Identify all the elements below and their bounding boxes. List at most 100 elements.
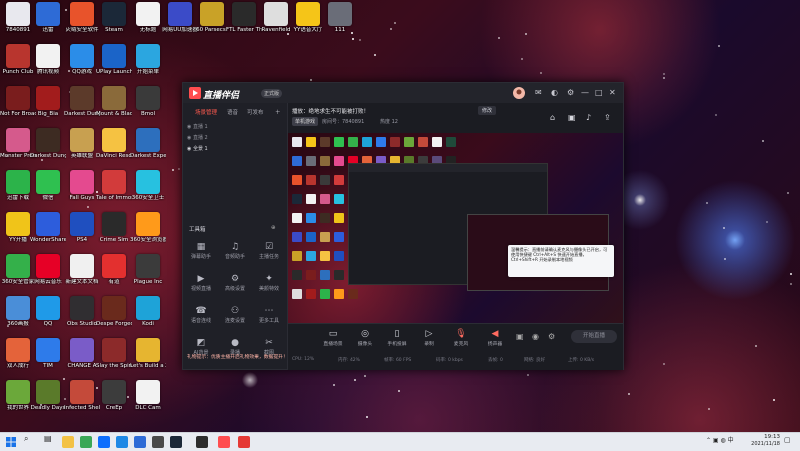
file-explorer-icon[interactable] xyxy=(62,436,74,448)
eye-icon[interactable]: ◉ xyxy=(532,332,539,341)
browser-icon[interactable] xyxy=(80,436,92,448)
window-titlebar[interactable]: 直播伴侣 正式版 ✉ ◐ ⚙ — □ ✕ xyxy=(183,83,623,103)
desktop-icon[interactable]: TIM xyxy=(30,338,66,380)
settings-icon[interactable]: ⚙ xyxy=(548,332,555,341)
live-companion-window[interactable]: 直播伴侣 正式版 ✉ ◐ ⚙ — □ ✕ 场景管理 语音 可发布 ＋ ◉ 直播 … xyxy=(182,82,624,370)
scene-item[interactable]: ◉ 直播 2 xyxy=(187,134,283,143)
desktop-icon[interactable]: Tale of Immortal xyxy=(96,170,132,212)
stream-preview[interactable]: 温馨提示：直播前请确认麦克风与摄像头已开启，可使用快捷键 Ctrl+Alt+S … xyxy=(288,133,623,323)
desktop-icon[interactable]: WonderShare xyxy=(30,212,66,254)
desktop-icon[interactable]: Darkest Expedition xyxy=(130,128,166,170)
desktop-icon[interactable]: Despe Forged xyxy=(96,296,132,338)
desktop-icon[interactable]: Mount & Blade xyxy=(96,86,132,128)
tab-publish[interactable]: 可发布 xyxy=(247,108,264,116)
desktop-icon[interactable]: 新建文本文档 xyxy=(64,254,100,296)
windows-start-icon[interactable] xyxy=(6,437,16,447)
desktop-icon[interactable]: 网易UU加速器 xyxy=(162,2,198,44)
desktop-icon[interactable]: Crime Sim xyxy=(96,212,132,254)
tool-video[interactable]: ▶ 视频直播 xyxy=(185,273,217,299)
eye-icon[interactable]: ◉ xyxy=(187,146,191,152)
desktop-icon[interactable]: DaVinci Resolve xyxy=(96,128,132,170)
desktop-icon[interactable]: Kodi xyxy=(130,296,166,338)
desktop-icon[interactable]: 迅雷 xyxy=(30,2,66,44)
desktop-icon[interactable]: Bmol xyxy=(130,86,166,128)
desktop-icon[interactable]: 腾讯视频 xyxy=(30,44,66,86)
avatar[interactable] xyxy=(513,87,525,103)
share-icon[interactable]: ⇪ xyxy=(604,113,611,122)
lock-icon[interactable]: ▣ xyxy=(568,113,576,122)
maximize-icon[interactable]: □ xyxy=(595,87,603,99)
steam-taskbar-icon[interactable] xyxy=(170,436,182,448)
bell-icon[interactable]: ♪ xyxy=(586,113,591,122)
desktop-icon[interactable]: Let's Build a Zoo xyxy=(130,338,166,380)
eye-icon[interactable]: ◉ xyxy=(187,124,191,130)
tool-mic-link[interactable]: ⚇ 连麦设置 xyxy=(219,305,251,331)
desktop-icon[interactable]: FTL Faster Than Light xyxy=(226,2,262,44)
notification-icon[interactable]: ▢ xyxy=(784,436,791,444)
tray-icons[interactable]: ⌃ ▣ ◍ 中 xyxy=(706,435,734,444)
desktop-icon[interactable]: Plague Inc xyxy=(130,254,166,296)
eye-icon[interactable]: ◉ xyxy=(187,135,191,141)
desktop-icon[interactable]: Darkest Dungeon xyxy=(64,86,100,128)
minimize-icon[interactable]: — xyxy=(581,87,589,99)
task-view-icon[interactable]: ▤ xyxy=(44,434,52,443)
desktop-icon[interactable]: 英雄联盟 xyxy=(64,128,100,170)
mic-button[interactable]: 🎙︎ 麦克风 xyxy=(446,328,476,347)
xunlei-taskbar-icon[interactable] xyxy=(134,436,146,448)
desktop-icon[interactable]: UPlay Launcher xyxy=(96,44,132,86)
desktop-icon[interactable]: Fall Guys xyxy=(64,170,100,212)
speaker-button[interactable]: ◀ 扬声器 xyxy=(480,328,510,347)
tool-advanced[interactable]: ⚙ 高级设置 xyxy=(219,273,251,299)
scene-item[interactable]: ◉ 直播 1 xyxy=(187,123,283,132)
phone-cast-button[interactable]: ▯ 手机投屏 xyxy=(382,328,412,347)
clock-date[interactable]: 2021/11/18 xyxy=(744,441,780,447)
record-button[interactable]: ▷ 录制 xyxy=(414,328,444,347)
desktop-icon[interactable]: Obs Studio xyxy=(64,296,100,338)
tool-beauty[interactable]: ✦ 美颜特效 xyxy=(253,273,285,299)
desktop-icon[interactable]: 111 xyxy=(322,2,358,44)
tab-voice[interactable]: 语音 xyxy=(227,108,238,116)
add-scene-icon[interactable]: ＋ xyxy=(275,108,281,116)
desktop-icon[interactable]: Slay the Spire xyxy=(96,338,132,380)
search-icon[interactable]: ⌕ xyxy=(24,434,28,444)
toolbox-more-icon[interactable]: ⊕ xyxy=(271,225,276,231)
desktop-icon[interactable]: 360安全卫士 xyxy=(130,170,166,212)
live-companion-taskbar-icon[interactable] xyxy=(218,436,230,448)
tool-voice-link[interactable]: ☎ 语音连线 xyxy=(185,305,217,331)
tab-scenes[interactable]: 场景管理 xyxy=(195,108,217,116)
close-icon[interactable]: ✕ xyxy=(609,87,616,99)
desktop-icon[interactable]: Ravenfield xyxy=(258,2,294,44)
desktop-icon[interactable]: 开始菜单 xyxy=(130,44,166,86)
room-category[interactable]: 单机游戏 xyxy=(292,117,319,126)
desktop-icon[interactable]: 火绒安全软件 xyxy=(64,2,100,44)
tool-task[interactable]: ☑ 主播任务 xyxy=(253,241,285,267)
app-taskbar-icon[interactable] xyxy=(152,436,164,448)
netease-taskbar-icon[interactable] xyxy=(238,436,250,448)
clock-time[interactable]: 19:13 xyxy=(752,434,780,440)
layout-icon[interactable]: ▣ xyxy=(516,332,524,341)
desktop-icon[interactable]: Steam xyxy=(96,2,132,44)
desktop-icon[interactable]: PS4 xyxy=(64,212,100,254)
settings-icon[interactable]: ⚙ xyxy=(567,87,574,99)
desktop-icon[interactable]: CreEp xyxy=(96,380,132,422)
desktop-icon[interactable]: 360安全浏览器 xyxy=(130,212,166,254)
desktop-icon[interactable]: YY语音大厅 xyxy=(290,2,326,44)
desktop-icon[interactable]: Big_Bia xyxy=(30,86,66,128)
edge-icon[interactable] xyxy=(98,436,110,448)
desktop-icon[interactable]: 微信 xyxy=(30,170,66,212)
camera-button[interactable]: ◎ 摄像头 xyxy=(350,328,380,347)
desktop-icon[interactable]: QQ游戏 xyxy=(64,44,100,86)
tool-audio[interactable]: ♫ 音频助手 xyxy=(219,241,251,267)
desktop-icon[interactable]: 无标题 xyxy=(130,2,166,44)
message-icon[interactable]: ✉ xyxy=(535,87,542,99)
desktop-icon[interactable]: Deadly Days xyxy=(30,380,66,422)
skin-icon[interactable]: ◐ xyxy=(551,87,558,99)
tool-danmu[interactable]: ▦ 弹幕助手 xyxy=(185,241,217,267)
desktop-icon[interactable]: 60 Parsecs! xyxy=(194,2,230,44)
desktop-icon[interactable]: Infected Shelter xyxy=(64,380,100,422)
desktop-icon[interactable]: 有道 xyxy=(96,254,132,296)
desktop-icon[interactable]: 网易云音乐 xyxy=(30,254,66,296)
desktop-icon[interactable]: Darkest Dungeon II xyxy=(30,128,66,170)
edit-title-button[interactable]: 修改 xyxy=(478,106,497,115)
desktop-icon[interactable]: CHANGE A xyxy=(64,338,100,380)
